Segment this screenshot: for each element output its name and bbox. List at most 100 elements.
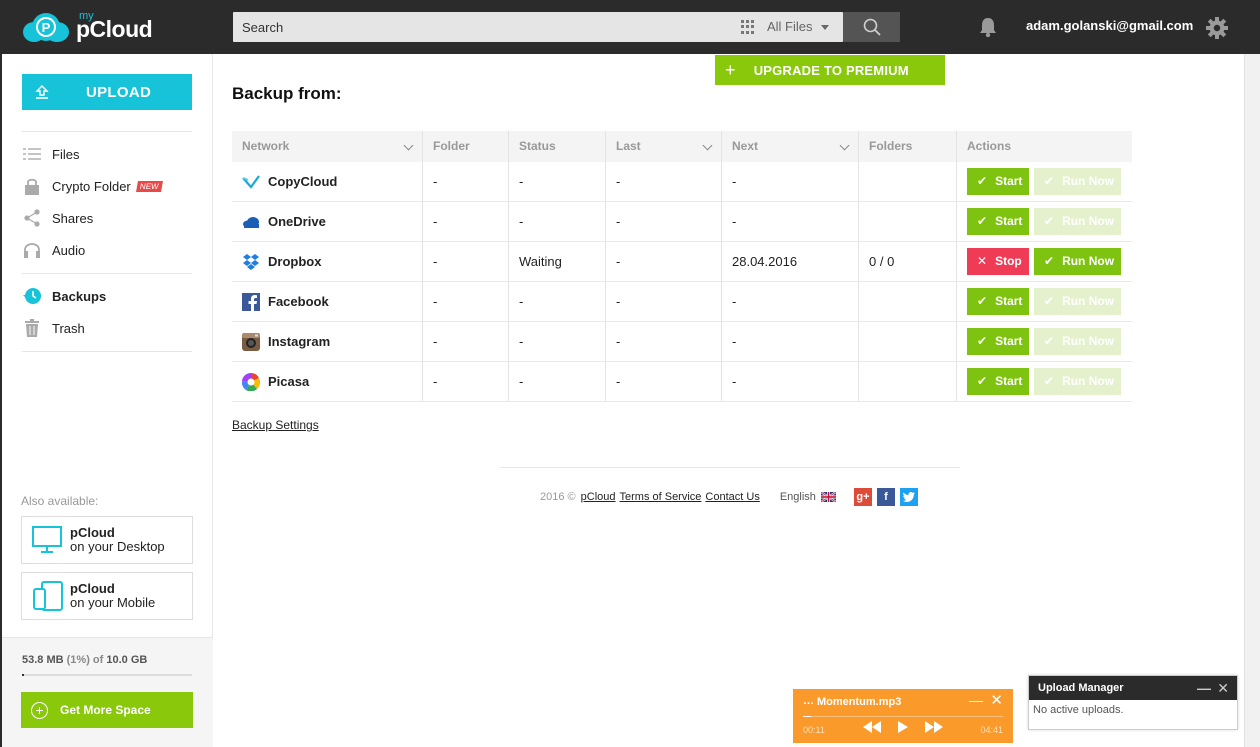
pcloud-logo[interactable]: P my pCloud: [22, 10, 153, 46]
run-now-button[interactable]: ✔ Run Now: [1034, 328, 1121, 355]
cell-folders: [859, 162, 957, 201]
uk-flag-icon: [820, 492, 836, 502]
backup-settings-link[interactable]: Backup Settings: [232, 418, 319, 432]
footer-pcloud-link[interactable]: pCloud: [581, 491, 616, 503]
minimize-icon[interactable]: —: [1197, 676, 1211, 700]
start-button[interactable]: ✔ Start: [967, 168, 1029, 195]
chevron-down-icon: [403, 140, 414, 151]
fast-forward-icon[interactable]: [925, 721, 943, 733]
facebook-icon[interactable]: f: [876, 488, 895, 506]
cell-folder: -: [423, 282, 509, 321]
file-filter-dropdown[interactable]: All Files: [741, 12, 829, 42]
nav-divider: [22, 131, 192, 132]
play-icon[interactable]: [897, 721, 909, 733]
file-filter-label: All Files: [767, 19, 813, 34]
start-button[interactable]: ✔ Start: [967, 288, 1029, 315]
instagram-icon: [242, 332, 260, 351]
column-header-actions: Actions: [967, 139, 1012, 153]
mobile-app-promo[interactable]: pCloud on your Mobile: [21, 572, 193, 620]
nav-divider: [22, 273, 192, 274]
list-icon: [22, 144, 42, 164]
sidebar-item-label: Shares: [52, 210, 94, 226]
upload-button[interactable]: UPLOAD: [22, 74, 192, 110]
desktop-monitor-icon: [32, 526, 62, 553]
sidebar-item-crypto-folder[interactable]: Crypto Folder NEW: [22, 174, 192, 198]
player-duration: 04:41: [980, 725, 1003, 735]
cell-last: -: [606, 162, 722, 201]
cell-next: 28.04.2016: [722, 242, 859, 281]
start-button[interactable]: ✔ Start: [967, 368, 1029, 395]
sidebar-item-audio[interactable]: Audio: [22, 238, 192, 262]
copycloud-icon: [242, 173, 260, 191]
gear-icon[interactable]: [1205, 16, 1229, 40]
run-now-button[interactable]: ✔ Run Now: [1034, 288, 1121, 315]
bell-icon[interactable]: [978, 16, 998, 38]
column-header-last[interactable]: Last: [606, 131, 722, 162]
user-email[interactable]: adam.golanski@gmail.com: [1026, 18, 1193, 33]
language-selector[interactable]: English: [780, 491, 836, 503]
minimize-icon[interactable]: —: [969, 692, 983, 708]
table-row: CopyCloud - - - - ✔ Start ✔ Run Now: [232, 162, 1132, 202]
cell-folders: [859, 282, 957, 321]
rewind-icon[interactable]: [863, 721, 881, 733]
start-button[interactable]: ✔ Start: [967, 328, 1029, 355]
cell-next: -: [722, 362, 859, 401]
cell-status: -: [509, 202, 606, 241]
twitter-icon[interactable]: [899, 488, 918, 506]
get-more-space-button[interactable]: + Get More Space: [21, 692, 193, 728]
search-button[interactable]: [843, 12, 900, 42]
close-icon[interactable]: ✕: [990, 691, 1003, 709]
cell-next: -: [722, 202, 859, 241]
column-header-folder: Folder: [423, 131, 509, 162]
storage-progress-bar: [22, 674, 192, 676]
cell-folders: [859, 202, 957, 241]
cell-last: -: [606, 202, 722, 241]
get-more-space-label: Get More Space: [60, 703, 151, 717]
run-now-button[interactable]: ✔ Run Now: [1034, 248, 1121, 275]
cell-next: -: [722, 282, 859, 321]
storage-percent: (1%) of: [66, 654, 104, 666]
desktop-app-promo[interactable]: pCloud on your Desktop: [21, 516, 193, 564]
trash-icon: [22, 318, 42, 338]
cell-folders: [859, 322, 957, 361]
table-row: Dropbox - Waiting - 28.04.2016 0 / 0 ✕ St…: [232, 242, 1132, 282]
column-header-network[interactable]: Network: [232, 131, 423, 162]
sidebar-item-backups[interactable]: Backups: [22, 284, 192, 308]
upload-manager-status: No active uploads.: [1033, 704, 1124, 716]
backup-clock-icon: [22, 286, 42, 306]
network-name: Facebook: [268, 294, 329, 309]
column-header-next[interactable]: Next: [722, 131, 859, 162]
network-name: Dropbox: [268, 254, 322, 269]
close-icon[interactable]: ✕: [1217, 676, 1229, 700]
check-icon: ✔: [1044, 374, 1055, 388]
start-button[interactable]: ✔ Start: [967, 208, 1029, 235]
stop-button[interactable]: ✕ Stop: [967, 248, 1029, 275]
search-input[interactable]: [233, 12, 723, 42]
run-now-button[interactable]: ✔ Run Now: [1034, 208, 1121, 235]
upload-icon: [35, 85, 49, 99]
run-now-button[interactable]: ✔ Run Now: [1034, 368, 1121, 395]
google-plus-icon[interactable]: g+: [853, 488, 872, 506]
column-header-folders: Folders: [859, 131, 957, 162]
storage-panel: 53.8 MB (1%) of 10.0 GB + Get More Space: [2, 637, 213, 747]
headphones-icon: [22, 240, 42, 260]
sidebar-item-trash[interactable]: Trash: [22, 316, 192, 340]
check-icon: ✔: [977, 374, 988, 388]
player-progress-bar[interactable]: [803, 716, 1003, 717]
footer-copyright: 2016 ©: [540, 491, 576, 503]
mobile-promo-subtitle: on your Mobile: [70, 595, 156, 610]
cell-last: -: [606, 282, 722, 321]
sidebar-item-label: Files: [52, 146, 80, 162]
cell-next: -: [722, 162, 859, 201]
table-row: OneDrive - - - - ✔ Start ✔ Run Now: [232, 202, 1132, 242]
run-now-button[interactable]: ✔ Run Now: [1034, 168, 1121, 195]
page-title: Backup from:: [232, 84, 342, 103]
footer-contact-link[interactable]: Contact Us: [705, 491, 759, 503]
upgrade-to-premium-button[interactable]: + UPGRADE TO PREMIUM: [715, 55, 945, 85]
column-header-status: Status: [509, 131, 606, 162]
footer-terms-link[interactable]: Terms of Service: [620, 491, 702, 503]
sidebar-item-files[interactable]: Files: [22, 142, 192, 166]
sidebar-item-shares[interactable]: Shares: [22, 206, 192, 230]
cell-folders: [859, 362, 957, 401]
page-scrollbar[interactable]: [1244, 54, 1260, 747]
